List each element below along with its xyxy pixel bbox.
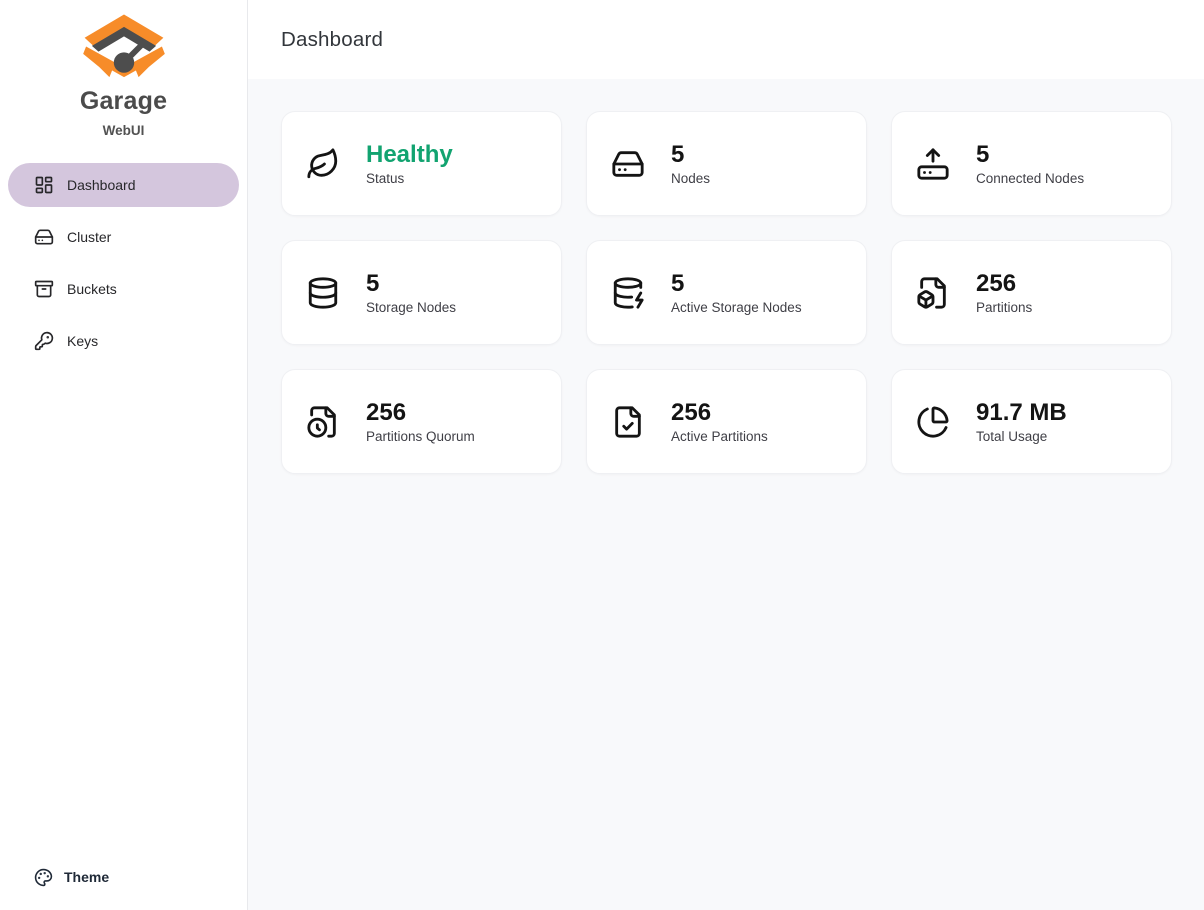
database-icon: [306, 276, 340, 310]
sidebar-item-cluster[interactable]: Cluster: [8, 215, 239, 259]
stat-value: 91.7 MB: [976, 399, 1067, 427]
sidebar-item-label: Buckets: [67, 281, 117, 297]
stat-value: Healthy: [366, 141, 453, 169]
stat-value: 5: [366, 270, 456, 298]
stat-label: Partitions Quorum: [366, 429, 475, 444]
palette-icon: [34, 868, 53, 887]
hard-drive-icon: [611, 147, 645, 181]
key-icon: [34, 331, 54, 351]
stat-card-total-usage: 91.7 MB Total Usage: [891, 369, 1172, 474]
stat-card-active-partitions: 256 Active Partitions: [586, 369, 867, 474]
topbar: Dashboard: [248, 0, 1204, 79]
sidebar-spacer: [0, 363, 247, 858]
stat-value: 256: [671, 399, 768, 427]
theme-button[interactable]: Theme: [0, 858, 247, 910]
stat-card-status: Healthy Status: [281, 111, 562, 216]
pie-chart-icon: [916, 405, 950, 439]
sidebar-item-buckets[interactable]: Buckets: [8, 267, 239, 311]
stat-label: Nodes: [671, 171, 710, 186]
stat-card-partitions: 256 Partitions: [891, 240, 1172, 345]
sidebar-nav: Dashboard Cluster Buckets: [0, 163, 247, 363]
stat-card-partitions-quorum: 256 Partitions Quorum: [281, 369, 562, 474]
app-subtitle: WebUI: [103, 123, 145, 138]
sidebar: Garage WebUI Dashboard Cluster: [0, 0, 248, 910]
sidebar-item-label: Keys: [67, 333, 98, 349]
logo-block: Garage WebUI: [0, 0, 247, 138]
sidebar-item-keys[interactable]: Keys: [8, 319, 239, 363]
hard-drive-upload-icon: [916, 147, 950, 181]
database-zap-icon: [611, 276, 645, 310]
stat-label: Total Usage: [976, 429, 1067, 444]
stat-card-active-storage-nodes: 5 Active Storage Nodes: [586, 240, 867, 345]
stats-grid: Healthy Status 5 Nodes: [281, 111, 1172, 474]
sidebar-item-dashboard[interactable]: Dashboard: [8, 163, 239, 207]
stat-card-connected-nodes: 5 Connected Nodes: [891, 111, 1172, 216]
stat-value: 256: [976, 270, 1032, 298]
sidebar-item-label: Dashboard: [67, 177, 136, 193]
stat-value: 5: [671, 270, 802, 298]
main-area: Dashboard Healthy Status: [248, 0, 1204, 910]
file-box-icon: [916, 276, 950, 310]
file-clock-icon: [306, 405, 340, 439]
stat-value: 256: [366, 399, 475, 427]
archive-icon: [34, 279, 54, 299]
stat-label: Status: [366, 171, 453, 186]
hard-drive-icon: [34, 227, 54, 247]
stat-card-storage-nodes: 5 Storage Nodes: [281, 240, 562, 345]
sidebar-item-label: Cluster: [67, 229, 111, 245]
app-title: Garage: [80, 87, 167, 116]
stat-label: Storage Nodes: [366, 300, 456, 315]
app-window: Garage WebUI Dashboard Cluster: [0, 0, 1204, 910]
theme-label: Theme: [64, 869, 109, 885]
stat-value: 5: [976, 141, 1084, 169]
stat-label: Connected Nodes: [976, 171, 1084, 186]
file-check-icon: [611, 405, 645, 439]
dashboard-content: Healthy Status 5 Nodes: [248, 79, 1204, 474]
stat-label: Active Storage Nodes: [671, 300, 802, 315]
layout-dashboard-icon: [34, 175, 54, 195]
stat-label: Active Partitions: [671, 429, 768, 444]
stat-card-nodes: 5 Nodes: [586, 111, 867, 216]
garage-logo-icon: [78, 13, 170, 83]
leaf-icon: [306, 147, 340, 181]
stat-value: 5: [671, 141, 710, 169]
page-title: Dashboard: [281, 28, 383, 52]
stat-label: Partitions: [976, 300, 1032, 315]
